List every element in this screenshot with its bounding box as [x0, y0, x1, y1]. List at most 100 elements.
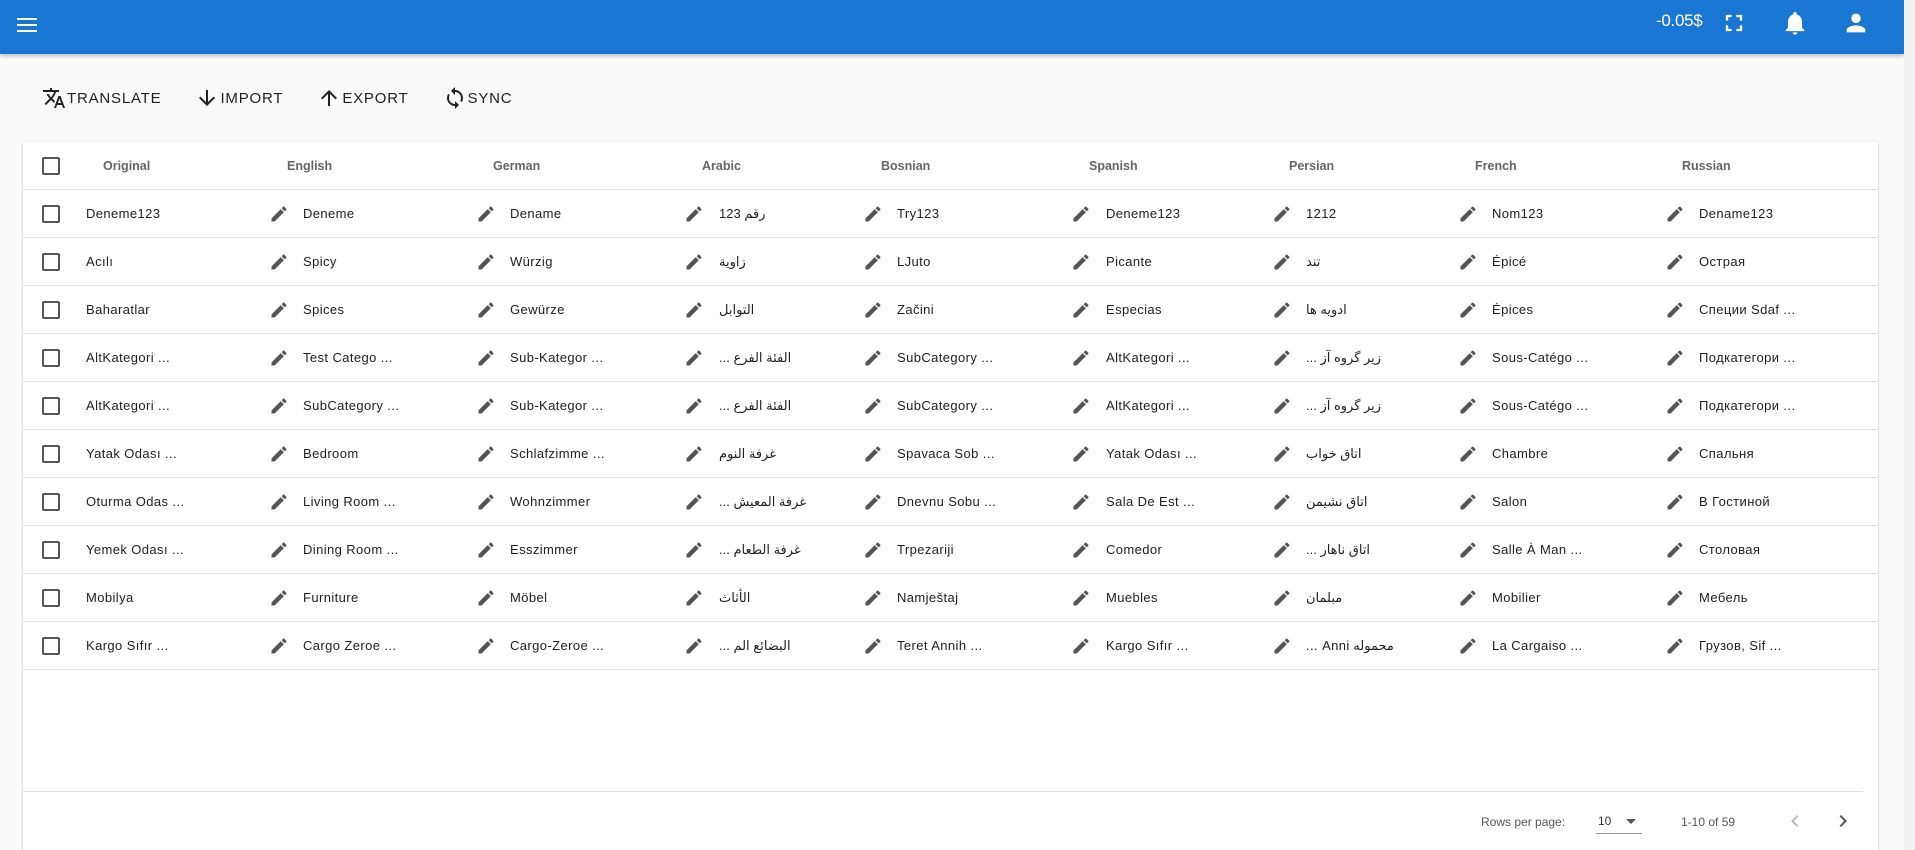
edit-icon[interactable] — [684, 396, 704, 416]
edit-icon[interactable] — [1458, 444, 1478, 464]
edit-icon[interactable] — [863, 348, 883, 368]
edit-icon[interactable] — [476, 444, 496, 464]
edit-icon[interactable] — [269, 444, 289, 464]
edit-icon[interactable] — [476, 540, 496, 560]
edit-icon[interactable] — [476, 348, 496, 368]
edit-icon[interactable] — [1665, 300, 1685, 320]
edit-icon[interactable] — [269, 396, 289, 416]
edit-icon[interactable] — [1272, 204, 1292, 224]
edit-icon[interactable] — [1665, 396, 1685, 416]
column-header-english[interactable]: English — [287, 159, 332, 173]
edit-icon[interactable] — [1071, 396, 1091, 416]
edit-icon[interactable] — [1272, 588, 1292, 608]
edit-icon[interactable] — [1272, 300, 1292, 320]
bell-icon[interactable] — [1781, 9, 1809, 37]
edit-icon[interactable] — [684, 588, 704, 608]
column-header-french[interactable]: French — [1475, 159, 1517, 173]
edit-icon[interactable] — [1665, 204, 1685, 224]
edit-icon[interactable] — [1665, 252, 1685, 272]
previous-page-button[interactable] — [1783, 809, 1807, 833]
column-header-persian[interactable]: Persian — [1289, 159, 1334, 173]
row-checkbox[interactable] — [42, 205, 60, 223]
edit-icon[interactable] — [1458, 540, 1478, 560]
rows-per-page-select[interactable]: 10 — [1596, 808, 1642, 834]
edit-icon[interactable] — [1665, 588, 1685, 608]
row-checkbox[interactable] — [42, 253, 60, 271]
edit-icon[interactable] — [863, 444, 883, 464]
edit-icon[interactable] — [1071, 588, 1091, 608]
edit-icon[interactable] — [863, 300, 883, 320]
import-button[interactable]: IMPORT — [195, 86, 283, 110]
account-icon[interactable] — [1842, 9, 1870, 37]
edit-icon[interactable] — [476, 396, 496, 416]
edit-icon[interactable] — [1665, 444, 1685, 464]
edit-icon[interactable] — [1071, 348, 1091, 368]
row-checkbox[interactable] — [42, 349, 60, 367]
edit-icon[interactable] — [684, 636, 704, 656]
edit-icon[interactable] — [863, 204, 883, 224]
edit-icon[interactable] — [1458, 204, 1478, 224]
edit-icon[interactable] — [1458, 252, 1478, 272]
edit-icon[interactable] — [684, 540, 704, 560]
row-checkbox[interactable] — [42, 637, 60, 655]
edit-icon[interactable] — [684, 300, 704, 320]
edit-icon[interactable] — [684, 444, 704, 464]
edit-icon[interactable] — [863, 396, 883, 416]
edit-icon[interactable] — [269, 204, 289, 224]
edit-icon[interactable] — [684, 204, 704, 224]
edit-icon[interactable] — [1071, 492, 1091, 512]
edit-icon[interactable] — [269, 492, 289, 512]
edit-icon[interactable] — [1071, 300, 1091, 320]
edit-icon[interactable] — [863, 636, 883, 656]
edit-icon[interactable] — [476, 492, 496, 512]
scrollbar-track[interactable] — [1904, 0, 1915, 850]
sync-button[interactable]: SYNC — [443, 86, 513, 110]
edit-icon[interactable] — [476, 204, 496, 224]
column-header-russian[interactable]: Russian — [1682, 159, 1731, 173]
row-checkbox[interactable] — [42, 301, 60, 319]
edit-icon[interactable] — [476, 252, 496, 272]
edit-icon[interactable] — [863, 252, 883, 272]
edit-icon[interactable] — [1458, 348, 1478, 368]
column-header-bosnian[interactable]: Bosnian — [881, 159, 930, 173]
edit-icon[interactable] — [684, 348, 704, 368]
edit-icon[interactable] — [1458, 636, 1478, 656]
edit-icon[interactable] — [1272, 252, 1292, 272]
edit-icon[interactable] — [1071, 252, 1091, 272]
edit-icon[interactable] — [1272, 348, 1292, 368]
edit-icon[interactable] — [684, 492, 704, 512]
column-header-spanish[interactable]: Spanish — [1089, 159, 1138, 173]
edit-icon[interactable] — [1458, 588, 1478, 608]
edit-icon[interactable] — [269, 588, 289, 608]
edit-icon[interactable] — [1071, 540, 1091, 560]
edit-icon[interactable] — [1665, 348, 1685, 368]
fullscreen-icon[interactable] — [1720, 9, 1748, 37]
edit-icon[interactable] — [1458, 396, 1478, 416]
edit-icon[interactable] — [476, 300, 496, 320]
select-all-checkbox[interactable] — [42, 157, 60, 175]
row-checkbox[interactable] — [42, 493, 60, 511]
export-button[interactable]: EXPORT — [317, 86, 408, 110]
edit-icon[interactable] — [1665, 492, 1685, 512]
edit-icon[interactable] — [269, 300, 289, 320]
column-header-german[interactable]: German — [493, 159, 540, 173]
edit-icon[interactable] — [1458, 300, 1478, 320]
edit-icon[interactable] — [1071, 204, 1091, 224]
column-header-arabic[interactable]: Arabic — [702, 159, 741, 173]
edit-icon[interactable] — [269, 348, 289, 368]
edit-icon[interactable] — [863, 588, 883, 608]
edit-icon[interactable] — [1272, 492, 1292, 512]
edit-icon[interactable] — [1071, 636, 1091, 656]
column-header-original[interactable]: Original — [103, 159, 150, 173]
edit-icon[interactable] — [1071, 444, 1091, 464]
row-checkbox[interactable] — [42, 445, 60, 463]
translate-button[interactable]: TRANSLATE — [42, 86, 161, 110]
next-page-button[interactable] — [1831, 809, 1855, 833]
edit-icon[interactable] — [269, 540, 289, 560]
edit-icon[interactable] — [1458, 492, 1478, 512]
row-checkbox[interactable] — [42, 589, 60, 607]
row-checkbox[interactable] — [42, 541, 60, 559]
edit-icon[interactable] — [1272, 636, 1292, 656]
edit-icon[interactable] — [269, 252, 289, 272]
edit-icon[interactable] — [1272, 540, 1292, 560]
